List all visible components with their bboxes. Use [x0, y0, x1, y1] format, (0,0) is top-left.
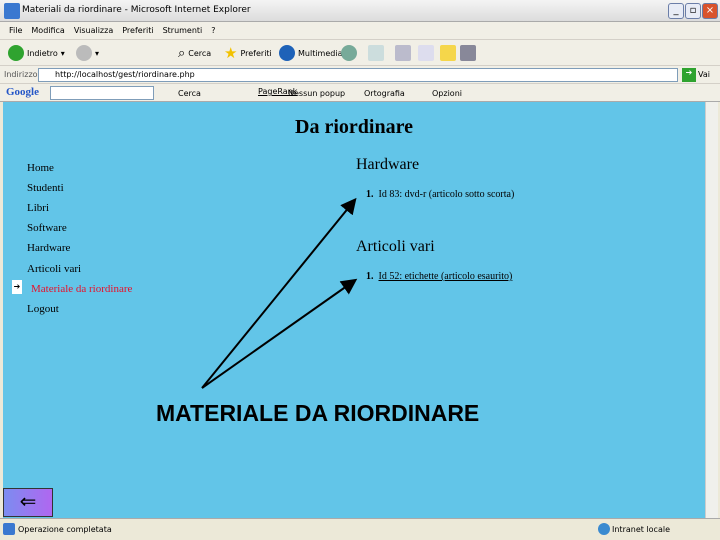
arrow-to-hardware: [201, 197, 357, 389]
left-arrow-icon: ⇐: [19, 491, 37, 513]
favorites-label: Preferiti: [240, 48, 272, 58]
title-bar: Materiali da riordinare - Microsoft Inte…: [0, 0, 720, 22]
google-logo: Google: [6, 86, 39, 98]
go-button[interactable]: Vai: [698, 70, 710, 79]
notes-icon[interactable]: [440, 45, 456, 61]
spellcheck-button[interactable]: Ortografia: [364, 89, 405, 98]
toolbar: Indietro ▾ ▾ ⌕ Cerca ★ Preferiti Multimedi…: [0, 40, 720, 101]
intranet-icon: [598, 523, 610, 535]
print-icon[interactable]: [395, 45, 411, 61]
back-button[interactable]: Indietro ▾: [8, 44, 65, 62]
popup-blocker[interactable]: Nessun popup: [288, 89, 345, 98]
back-label: Indietro: [27, 48, 58, 58]
window-title: Materiali da riordinare - Microsoft Inte…: [22, 5, 251, 15]
caption: MATERIALE DA RIORDINARE: [156, 400, 480, 426]
address-bar: Indirizzo http://localhost/gest/riordina…: [0, 66, 720, 84]
forward-button[interactable]: ▾: [76, 44, 99, 62]
menu-strumenti[interactable]: Strumenti: [163, 26, 203, 35]
status-bar: Operazione completata Intranet locale: [0, 518, 720, 540]
favorites-button[interactable]: ★ Preferiti: [224, 44, 272, 62]
search-button[interactable]: ⌕ Cerca: [178, 44, 211, 62]
menu-visualizza[interactable]: Visualizza: [74, 26, 113, 35]
media-button[interactable]: Multimedia: [279, 44, 342, 62]
page-content: Da riordinare Home Studenti Libri Softwa…: [3, 102, 705, 518]
media-icon: [279, 45, 295, 61]
search-label: Cerca: [188, 48, 212, 58]
address-input[interactable]: http://localhost/gest/riordinare.php: [38, 68, 678, 82]
menu-bar: File Modifica Visualizza Preferiti Strumenti…: [0, 22, 720, 40]
edit-icon[interactable]: [418, 45, 434, 61]
google-toolbar: Google Cerca PageRank Nessun popup Ortog…: [0, 84, 720, 102]
address-url: http://localhost/gest/riordinare.php: [55, 70, 195, 79]
google-search-input[interactable]: [50, 86, 154, 100]
zone-text: Intranet locale: [612, 525, 670, 534]
menu-file[interactable]: File: [9, 26, 22, 35]
menu-help[interactable]: ?: [211, 26, 215, 35]
google-search-button[interactable]: Cerca: [178, 89, 201, 98]
ie-icon: [4, 3, 20, 19]
status-text: Operazione completata: [18, 525, 112, 534]
star-icon: ★: [224, 44, 238, 62]
forward-arrow-icon: [76, 45, 92, 61]
maximize-button[interactable]: ▫: [685, 3, 701, 19]
address-label: Indirizzo: [4, 70, 38, 79]
minimize-button[interactable]: _: [668, 3, 684, 19]
back-arrow-icon: [8, 45, 24, 61]
menu-preferiti[interactable]: Preferiti: [122, 26, 153, 35]
mail-icon[interactable]: [368, 45, 384, 61]
scrollbar[interactable]: [705, 102, 718, 518]
page-icon: [3, 523, 15, 535]
media-label: Multimedia: [298, 48, 343, 58]
annotation-arrows: [201, 197, 358, 389]
back-slide-button[interactable]: ⇐: [3, 488, 53, 517]
arrow-to-articoli: [201, 278, 358, 389]
close-button[interactable]: ×: [702, 3, 718, 19]
menu-modifica[interactable]: Modifica: [31, 26, 64, 35]
messenger-icon[interactable]: [460, 45, 476, 61]
options-button[interactable]: Opzioni: [432, 89, 462, 98]
go-arrow-icon[interactable]: ➔: [682, 68, 696, 82]
search-icon: ⌕: [178, 45, 186, 61]
history-icon[interactable]: [341, 45, 357, 61]
